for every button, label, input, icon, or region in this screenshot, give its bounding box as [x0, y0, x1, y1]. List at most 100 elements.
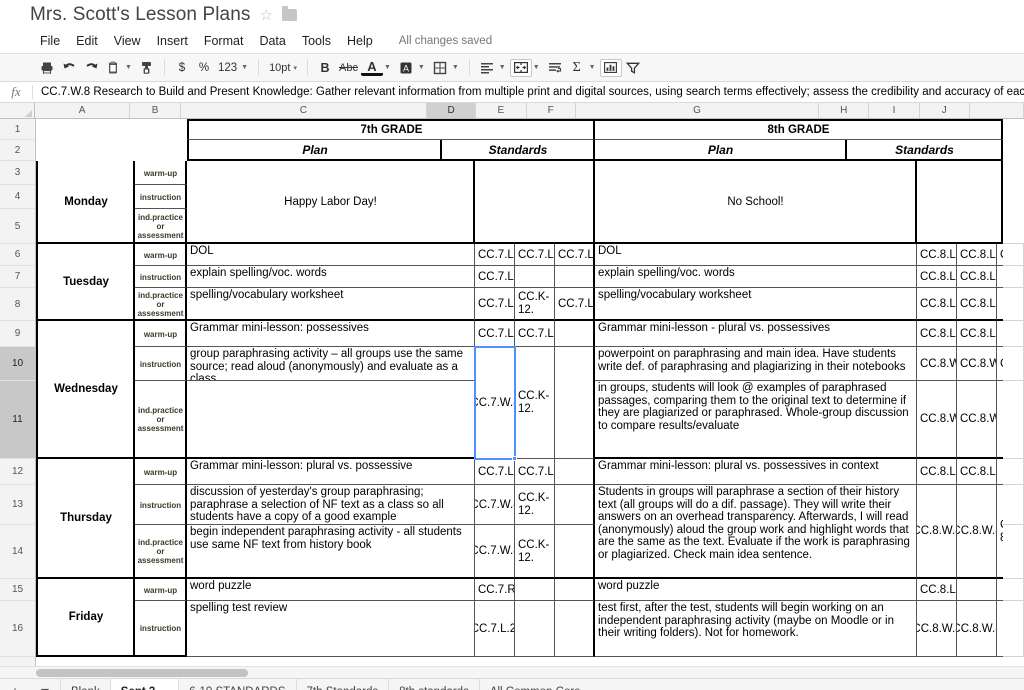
wednesday-instruction-g8-std-1[interactable]: CC.8.W.8 — [917, 347, 957, 381]
tuesday-instruction-g7-std-2[interactable] — [515, 266, 555, 288]
thursday-warmup-g8-std-1[interactable]: CC.8.L.2 — [917, 459, 957, 485]
sheet-tab-7th-standards[interactable]: 7th Standards — [296, 679, 389, 690]
column-header-c[interactable]: C — [181, 103, 427, 118]
wednesday-indpractice-g8-std-1[interactable]: CC.8.W.8 — [917, 381, 957, 459]
horizontal-scrollbar[interactable] — [0, 666, 1024, 678]
menu-help[interactable]: Help — [339, 32, 381, 50]
friday-warmup-g8-std-2[interactable] — [957, 579, 997, 601]
save-status[interactable]: All changes saved — [393, 33, 498, 49]
row-header-10[interactable]: 10 — [0, 347, 35, 381]
menu-view[interactable]: View — [106, 32, 149, 50]
chart-icon[interactable] — [600, 59, 622, 77]
thursday-instruction-g8-std-1[interactable]: CC.8.W.8 — [917, 485, 957, 579]
wednesday-instruction-grade7-plan[interactable]: group paraphrasing activity – all groups… — [187, 347, 475, 381]
percent-format-button[interactable]: % — [193, 57, 215, 79]
friday-warmup-g8-std-1[interactable]: CC.8.L.5.a — [917, 579, 957, 601]
selection-handle[interactable] — [512, 456, 517, 461]
tuesday-indpractice-g8-std-2[interactable]: CC.8.L.6 — [957, 288, 997, 321]
row-header-14[interactable]: 14 — [0, 525, 35, 579]
wednesday-warmup-g7-std-2[interactable]: CC.7.L.2. — [515, 321, 555, 347]
horizontal-scroll-thumb[interactable] — [36, 669, 248, 677]
sheet-tab-all-common-core[interactable]: All Common Core — [479, 679, 591, 690]
wednesday-warmup-g8-std-2[interactable]: CC.8.L.2. — [957, 321, 997, 347]
tuesday-warmup-grade7-plan[interactable]: DOL — [187, 244, 475, 266]
friday-warmup-g7-std-2[interactable] — [515, 579, 555, 601]
thursday-instruction-g7-std-1[interactable]: CC.7.W.8 — [475, 485, 515, 525]
undo-icon[interactable] — [58, 57, 80, 79]
menu-data[interactable]: Data — [251, 32, 293, 50]
align-left-icon[interactable] — [476, 57, 498, 79]
column-header-k[interactable] — [970, 103, 1024, 118]
sum-caret-icon[interactable]: ▼ — [588, 57, 600, 79]
row-header-7[interactable]: 7 — [0, 266, 35, 288]
friday-instruction-grade8-plan[interactable]: test first, after the test, students wil… — [595, 601, 917, 657]
thursday-instruction-g7-std-3[interactable] — [555, 485, 595, 525]
text-color-button[interactable]: A — [361, 59, 383, 76]
thursday-indpractice-g7-std-3[interactable] — [555, 525, 595, 579]
select-all-corner[interactable] — [0, 103, 35, 118]
row-header-8[interactable]: 8 — [0, 288, 35, 321]
tuesday-warmup-g7-std-3[interactable]: CC.7.L.3 — [555, 244, 595, 266]
tuesday-indpractice-g7-std-2[interactable]: CC.K-12. — [515, 288, 555, 321]
thursday-instruction-grade8-plan[interactable]: Students in groups will paraphrase a sec… — [595, 485, 917, 579]
row-header-16[interactable]: 16 — [0, 601, 35, 657]
clear-formatting-icon[interactable] — [136, 57, 158, 79]
cell-area[interactable]: 7th GRADE 8th GRADE Plan Standards Plan … — [36, 119, 1024, 666]
all-sheets-button[interactable]: ≡ — [30, 679, 60, 690]
merge-cells-icon[interactable] — [510, 59, 532, 77]
tuesday-instruction-g7-std-3[interactable] — [555, 266, 595, 288]
menu-file[interactable]: File — [32, 32, 68, 50]
wednesday-instruction-grade8-plan[interactable]: powerpoint on paraphrasing and main idea… — [595, 347, 917, 381]
tuesday-indpractice-grade8-plan[interactable]: spelling/vocabulary worksheet — [595, 288, 917, 321]
friday-instruction-g7-std-2[interactable] — [515, 601, 555, 657]
thursday-warmup-g7-std-1[interactable]: CC.7.L.2 — [475, 459, 515, 485]
paint-format-icon[interactable] — [102, 57, 124, 79]
tuesday-instruction-g8-std-1[interactable]: CC.8.L.6 — [917, 266, 957, 288]
tuesday-indpractice-grade7-plan[interactable]: spelling/vocabulary worksheet — [187, 288, 475, 321]
tuesday-instruction-grade8-plan[interactable]: explain spelling/voc. words — [595, 266, 917, 288]
number-format-caret-icon[interactable]: ▼ — [240, 57, 252, 79]
friday-instruction-g8-std-1[interactable]: CC.8.W.8 — [917, 601, 957, 657]
monday-grade7-plan[interactable]: Happy Labor Day! — [187, 161, 475, 244]
wednesday-indpractice-g8-std-2[interactable]: CC.8.W.8 — [957, 381, 997, 459]
thursday-indpractice-grade7-plan[interactable]: begin independent paraphrasing activity … — [187, 525, 475, 579]
thursday-warmup-grade7-plan[interactable]: Grammar mini-lesson: plural vs. possessi… — [187, 459, 475, 485]
sum-icon[interactable]: Σ — [566, 57, 588, 79]
redo-icon[interactable] — [80, 57, 102, 79]
merge-caret-icon[interactable]: ▼ — [532, 57, 544, 79]
formula-input[interactable]: CC.7.W.8 Research to Build and Present K… — [33, 86, 1024, 98]
folder-icon[interactable] — [282, 9, 297, 21]
sheet-tab-sept-3[interactable]: Sept 3 ▼ — [110, 679, 178, 690]
strikethrough-button[interactable]: Abc — [336, 57, 361, 79]
thursday-warmup-g8-std-2[interactable]: CC.8.L.2. — [957, 459, 997, 485]
thursday-instruction-grade7-plan[interactable]: discussion of yesterday's group paraphra… — [187, 485, 475, 525]
wednesday-g7-std-2-merged[interactable]: CC.K-12. — [515, 347, 555, 459]
tuesday-instruction-g8-std-2[interactable]: CC.8.L.4 — [957, 266, 997, 288]
menu-insert[interactable]: Insert — [149, 32, 196, 50]
wednesday-instruction-g8-std-2[interactable]: CC.8.W.8 — [957, 347, 997, 381]
row-header-2[interactable]: 2 — [0, 140, 35, 161]
row-header-12[interactable]: 12 — [0, 459, 35, 485]
fill-color-caret-icon[interactable]: ▼ — [417, 57, 429, 79]
fill-color-icon[interactable]: A — [395, 57, 417, 79]
monday-grade8-plan[interactable]: No School! — [595, 161, 917, 244]
star-icon[interactable]: ☆ — [260, 8, 273, 23]
column-header-g[interactable]: G — [576, 103, 819, 118]
tuesday-warmup-g7-std-2[interactable]: CC.7.L.2 — [515, 244, 555, 266]
wednesday-warmup-grade8-plan[interactable]: Grammar mini-lesson - plural vs. possess… — [595, 321, 917, 347]
tuesday-indpractice-g7-std-1[interactable]: CC.7.L.2. — [475, 288, 515, 321]
thursday-instruction-g8-std-2[interactable]: CC.8.W.8 — [957, 485, 997, 579]
column-header-j[interactable]: J — [920, 103, 970, 118]
column-header-a[interactable]: A — [35, 103, 131, 118]
row-header-5[interactable]: 5 — [0, 209, 35, 244]
tuesday-warmup-grade8-plan[interactable]: DOL — [595, 244, 917, 266]
add-sheet-button[interactable]: + — [0, 679, 30, 690]
row-header-4[interactable]: 4 — [0, 185, 35, 209]
wednesday-warmup-g7-std-3[interactable] — [555, 321, 595, 347]
column-header-e[interactable]: E — [476, 103, 526, 118]
monday-grade8-standards[interactable] — [917, 161, 1003, 244]
text-color-caret-icon[interactable]: ▼ — [383, 57, 395, 79]
wednesday-warmup-g7-std-1[interactable]: CC.7.L.2 — [475, 321, 515, 347]
thursday-warmup-grade8-plan[interactable]: Grammar mini-lesson: plural vs. possessi… — [595, 459, 917, 485]
column-header-f[interactable]: F — [527, 103, 576, 118]
